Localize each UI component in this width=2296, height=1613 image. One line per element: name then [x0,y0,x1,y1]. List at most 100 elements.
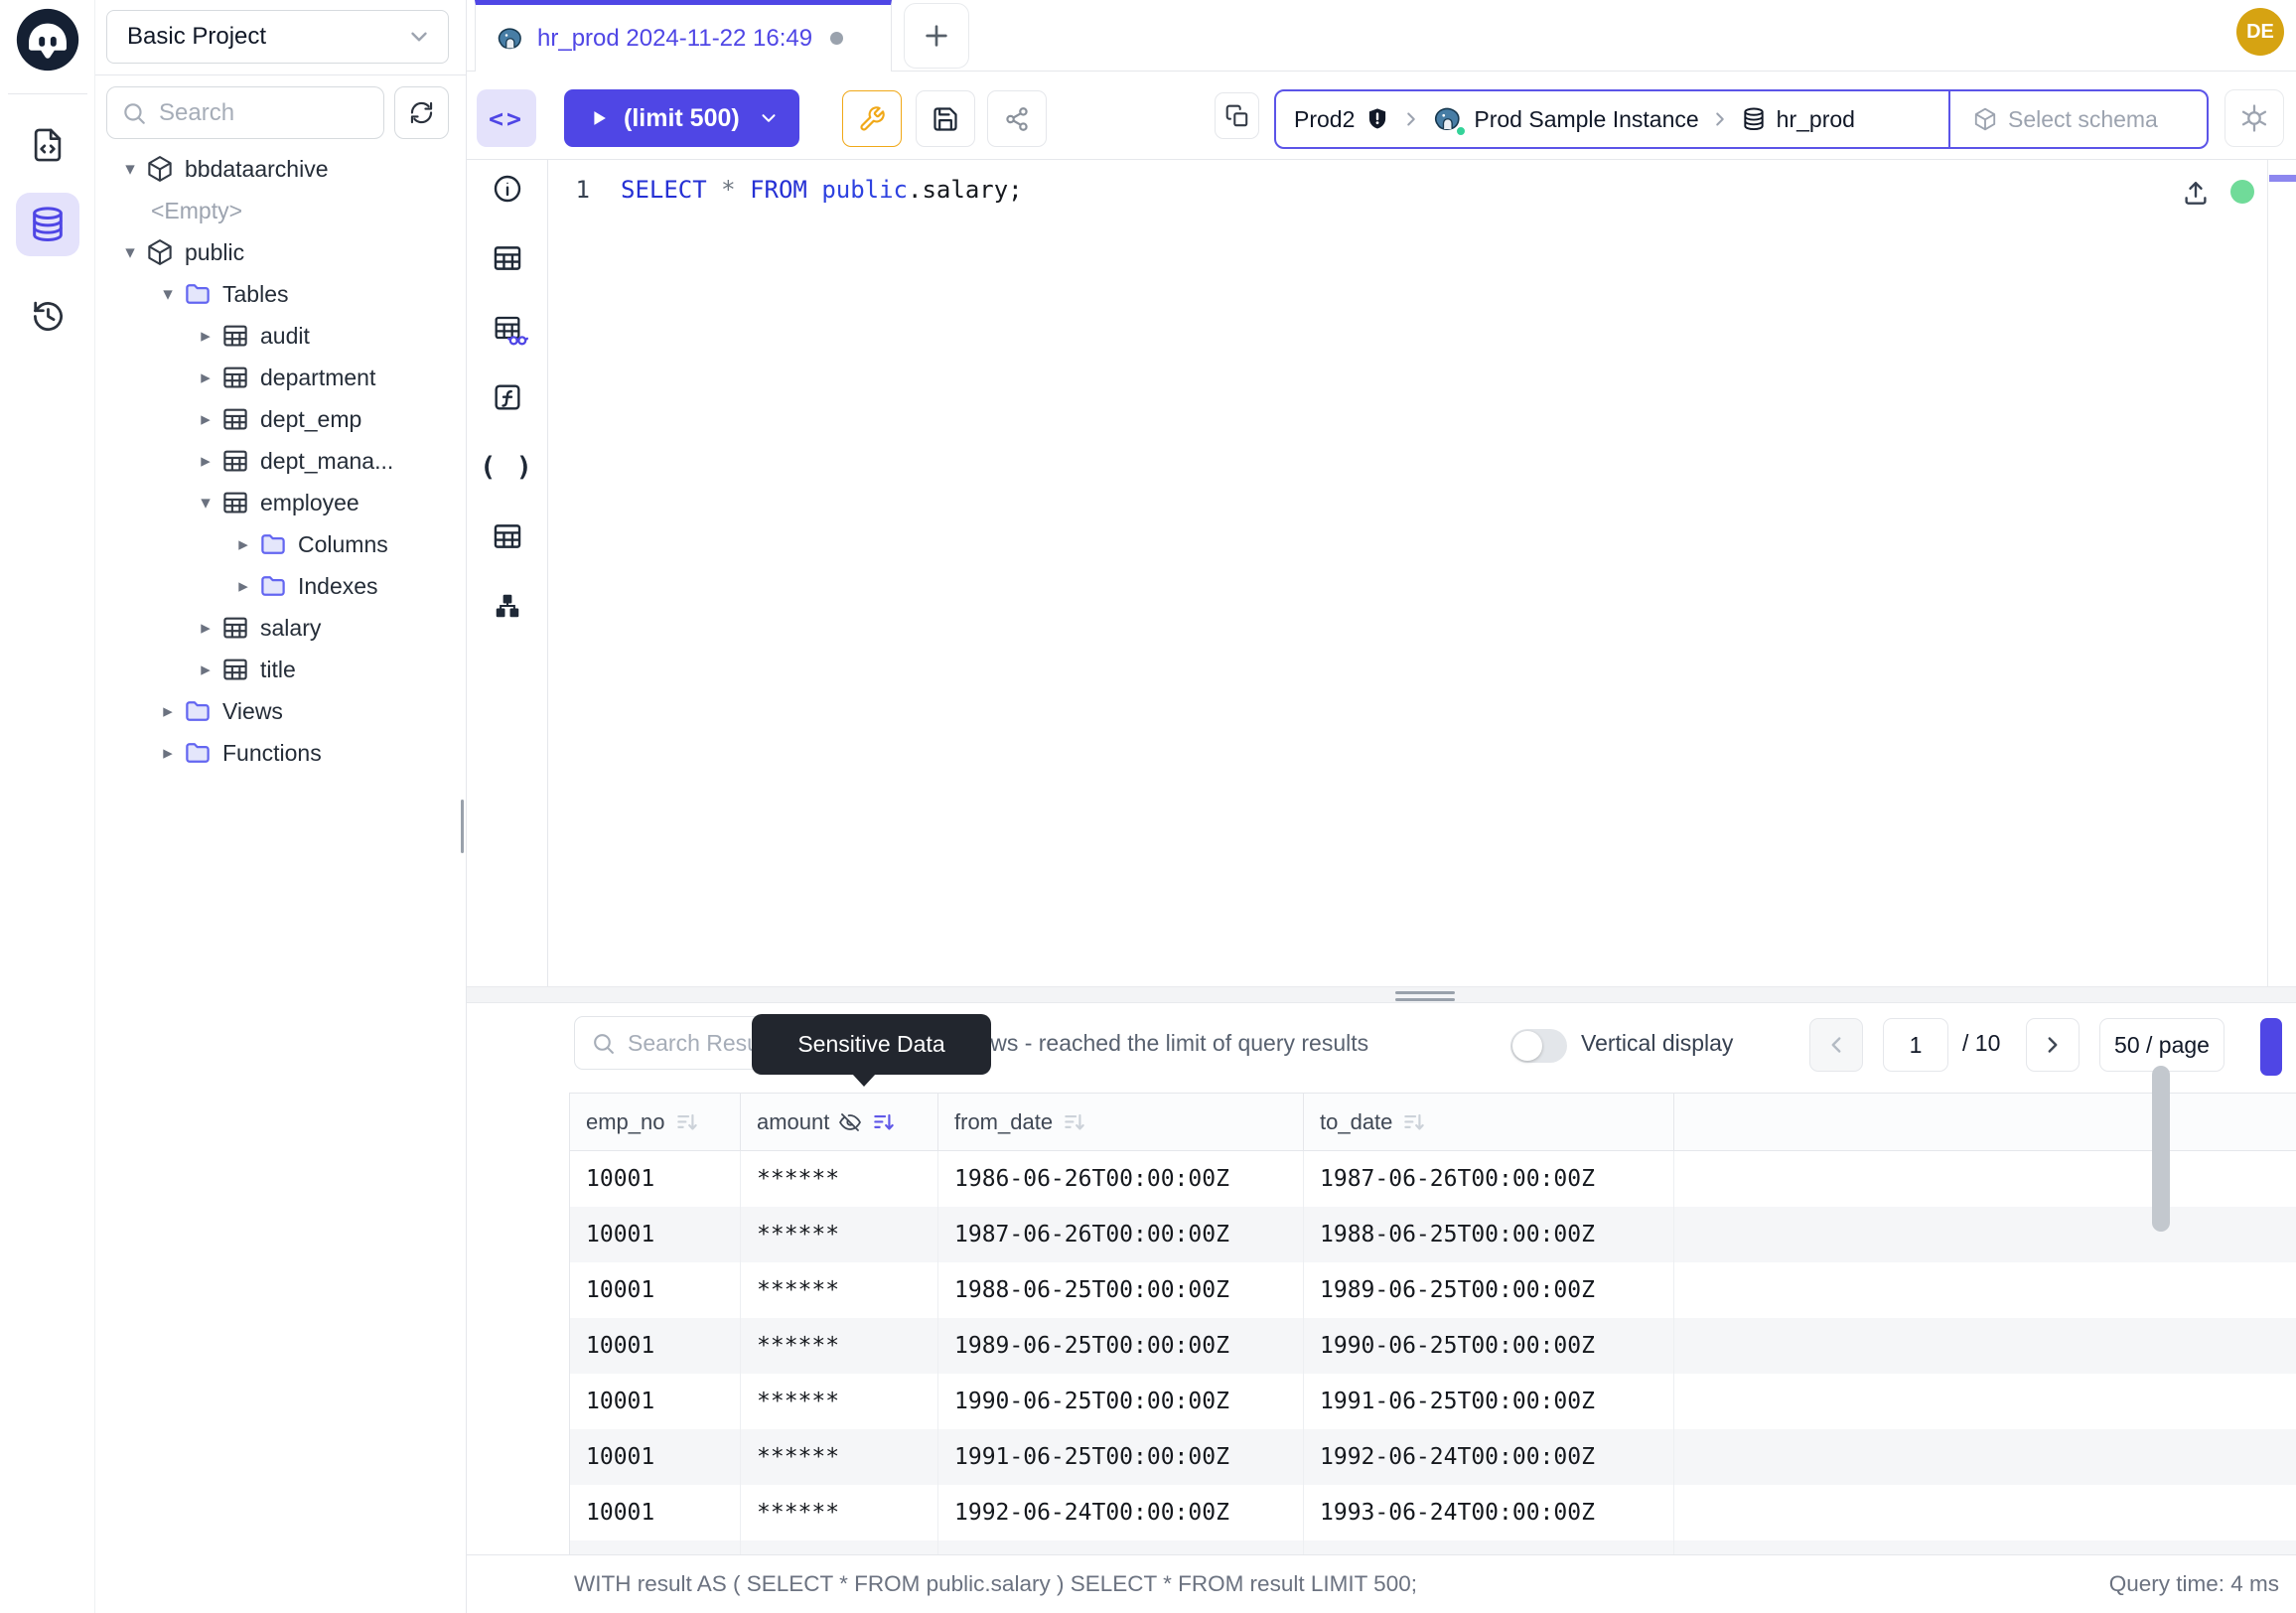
batch-query-button[interactable] [1215,92,1259,139]
ai-assistant-button[interactable] [2224,89,2284,147]
vertical-display-toggle[interactable] [1510,1029,1567,1063]
cell-emp_no[interactable]: 10001 [570,1262,741,1318]
code-mode-button[interactable]: <> [477,89,536,147]
caret-right-icon[interactable]: ▸ [191,659,220,681]
caret-right-icon[interactable]: ▸ [228,533,258,556]
cell-emp_no[interactable]: 10001 [570,1318,741,1374]
caret-right-icon[interactable]: ▸ [153,742,183,765]
cell-amount[interactable]: ****** [741,1374,938,1429]
caret-right-icon[interactable]: ▸ [191,450,220,473]
column-header-from_date[interactable]: from_date [938,1094,1304,1150]
cell-emp_no[interactable]: 10001 [570,1374,741,1429]
cell-emp_no[interactable]: 10001 [570,1151,741,1207]
worksheet-icon[interactable] [16,113,79,177]
cell-amount[interactable]: ****** [741,1207,938,1262]
tree-item-salary[interactable]: ▸salary [95,607,466,649]
panel-resize-handle[interactable] [467,986,2296,1003]
tree-item-audit[interactable]: ▸audit [95,315,466,357]
tree-item-empty[interactable]: <Empty> [95,190,466,231]
cell-amount[interactable]: ****** [741,1262,938,1318]
cell-emp_no[interactable]: 10001 [570,1429,741,1485]
cell-from_date[interactable]: 1992-06-24T00:00:00Z [938,1485,1304,1540]
caret-down-icon[interactable]: ▾ [191,492,220,514]
cell-to_date[interactable]: 1988-06-25T00:00:00Z [1304,1207,1674,1262]
editor-scrollbar-mark[interactable] [2269,175,2296,182]
cell-amount[interactable]: ****** [741,1540,938,1554]
table-row[interactable]: 10001******1991-06-25T00:00:00Z1992-06-2… [570,1429,2296,1485]
column-header-to_date[interactable]: to_date [1304,1094,1674,1150]
prev-page-button[interactable] [1809,1018,1863,1072]
select-schema[interactable]: Select schema [1948,91,2207,147]
column-header-emp_no[interactable]: emp_no [570,1094,741,1150]
database-segment[interactable]: hr_prod [1741,106,1855,133]
sidebar-search[interactable] [106,86,384,139]
tree-item-indexes[interactable]: ▸Indexes [95,565,466,607]
caret-right-icon[interactable]: ▸ [191,367,220,389]
schema-diagram-icon[interactable] [491,589,524,623]
refresh-button[interactable] [394,86,449,139]
caret-right-icon[interactable]: ▸ [153,700,183,723]
instance-segment[interactable]: Prod Sample Instance [1432,103,1698,135]
cell-from_date[interactable]: 1993-06-24T00:00:00Z [938,1540,1304,1554]
cell-to_date[interactable]: 1989-06-25T00:00:00Z [1304,1262,1674,1318]
cell-to_date[interactable]: 1994-06-24T00:00:00Z [1304,1540,1674,1554]
history-icon[interactable] [16,284,79,348]
tree-item-tables[interactable]: ▾Tables [95,273,466,315]
database-icon[interactable] [16,193,79,256]
tree-item-bbdataarchive[interactable]: ▾bbdataarchive [95,148,466,190]
caret-down-icon[interactable]: ▾ [153,283,183,306]
sensitive-table-icon[interactable] [491,311,524,345]
table-icon[interactable] [491,241,524,275]
table-row[interactable]: 10001******1987-06-26T00:00:00Z1988-06-2… [570,1207,2296,1262]
table-icon-2[interactable] [491,519,524,553]
sort-icon[interactable] [1062,1109,1087,1135]
sort-icon[interactable] [1401,1109,1427,1135]
caret-down-icon[interactable]: ▾ [115,241,145,264]
page-number-input[interactable]: 1 [1883,1018,1948,1072]
function-icon[interactable] [491,380,524,414]
page-size-select[interactable]: 50 / page [2099,1018,2224,1072]
tree-item-dept-mana[interactable]: ▸dept_mana... [95,440,466,482]
cell-to_date[interactable]: 1993-06-24T00:00:00Z [1304,1485,1674,1540]
cell-amount[interactable]: ****** [741,1318,938,1374]
tab-hr-prod[interactable]: hr_prod 2024-11-22 16:49 [475,0,892,72]
parentheses-icon[interactable]: ( ) [491,450,524,484]
tree-item-public[interactable]: ▾public [95,231,466,273]
caret-right-icon[interactable]: ▸ [228,575,258,598]
export-button[interactable] [2260,1018,2282,1076]
tree-item-title[interactable]: ▸title [95,649,466,690]
cell-amount[interactable]: ****** [741,1485,938,1540]
table-row[interactable]: 10001******1992-06-24T00:00:00Z1993-06-2… [570,1485,2296,1540]
save-button[interactable] [916,90,975,147]
tree-item-functions[interactable]: ▸Functions [95,732,466,774]
table-row[interactable]: 10001******1990-06-25T00:00:00Z1991-06-2… [570,1374,2296,1429]
project-select[interactable]: Basic Project [106,10,449,64]
table-row[interactable]: 10001******1988-06-25T00:00:00Z1989-06-2… [570,1262,2296,1318]
avatar[interactable]: DE [2236,8,2284,56]
cell-from_date[interactable]: 1987-06-26T00:00:00Z [938,1207,1304,1262]
format-sql-button[interactable] [842,90,902,147]
run-query-button[interactable]: (limit 500) [564,89,799,147]
cell-to_date[interactable]: 1992-06-24T00:00:00Z [1304,1429,1674,1485]
bytebase-logo[interactable] [14,6,81,73]
sort-icon[interactable] [674,1109,700,1135]
sort-icon[interactable] [871,1109,897,1135]
table-row[interactable]: 10001******1986-06-26T00:00:00Z1987-06-2… [570,1151,2296,1207]
table-row[interactable]: 10001******1989-06-25T00:00:00Z1990-06-2… [570,1318,2296,1374]
sql-editor[interactable]: ( ) 1 SELECT * FROM public.salary; [467,160,2296,986]
cell-to_date[interactable]: 1991-06-25T00:00:00Z [1304,1374,1674,1429]
cell-from_date[interactable]: 1988-06-25T00:00:00Z [938,1262,1304,1318]
cell-amount[interactable]: ****** [741,1429,938,1485]
caret-right-icon[interactable]: ▸ [191,408,220,431]
cell-from_date[interactable]: 1990-06-25T00:00:00Z [938,1374,1304,1429]
cell-from_date[interactable]: 1989-06-25T00:00:00Z [938,1318,1304,1374]
cell-emp_no[interactable]: 10001 [570,1540,741,1554]
share-button[interactable] [987,90,1047,147]
caret-right-icon[interactable]: ▸ [191,617,220,640]
tree-item-views[interactable]: ▸Views [95,690,466,732]
sidebar-search-input[interactable] [159,99,369,127]
new-tab-button[interactable] [904,3,969,69]
environment-segment[interactable]: Prod2 [1294,106,1390,133]
cell-amount[interactable]: ****** [741,1151,938,1207]
cell-from_date[interactable]: 1991-06-25T00:00:00Z [938,1429,1304,1485]
